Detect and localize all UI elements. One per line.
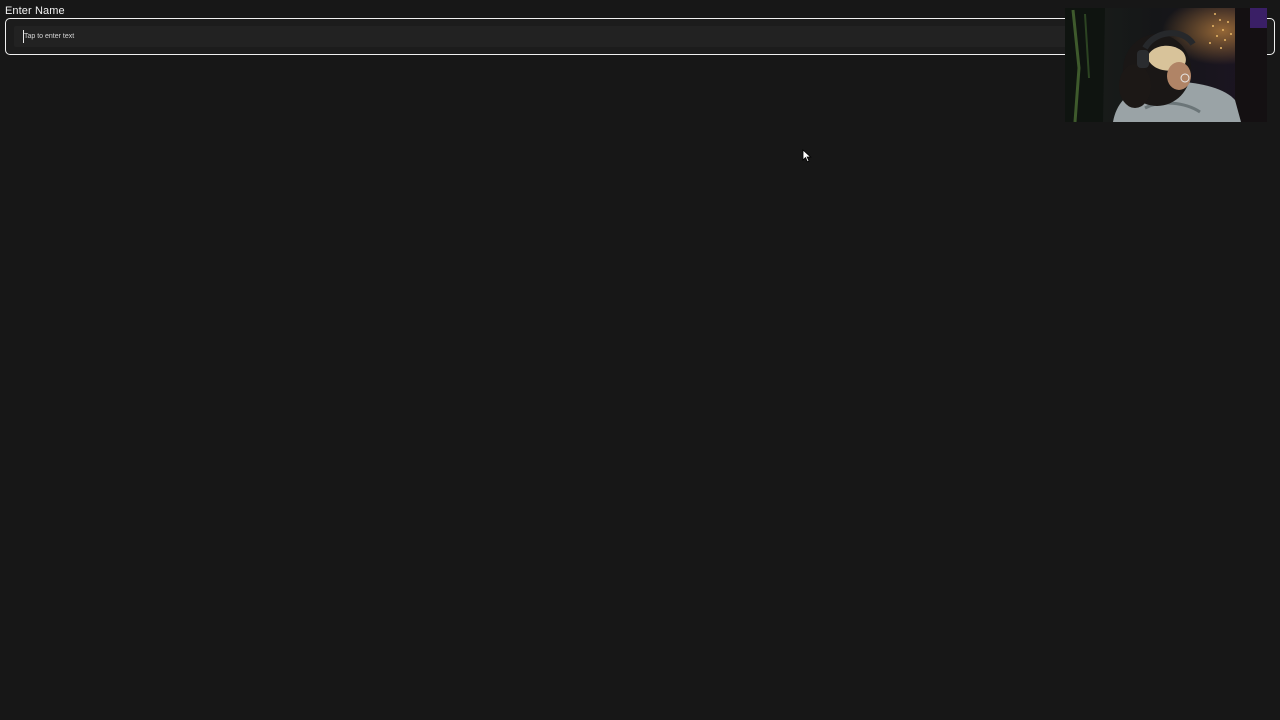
page: Enter Name Tap to enter text xyxy=(0,0,1280,720)
enter-name-label: Enter Name xyxy=(5,5,65,17)
webcam-overlay xyxy=(1065,8,1267,122)
name-input-placeholder: Tap to enter text xyxy=(24,33,75,40)
person-webcam-feed-icon xyxy=(1065,8,1267,122)
mouse-cursor-icon xyxy=(802,149,812,163)
